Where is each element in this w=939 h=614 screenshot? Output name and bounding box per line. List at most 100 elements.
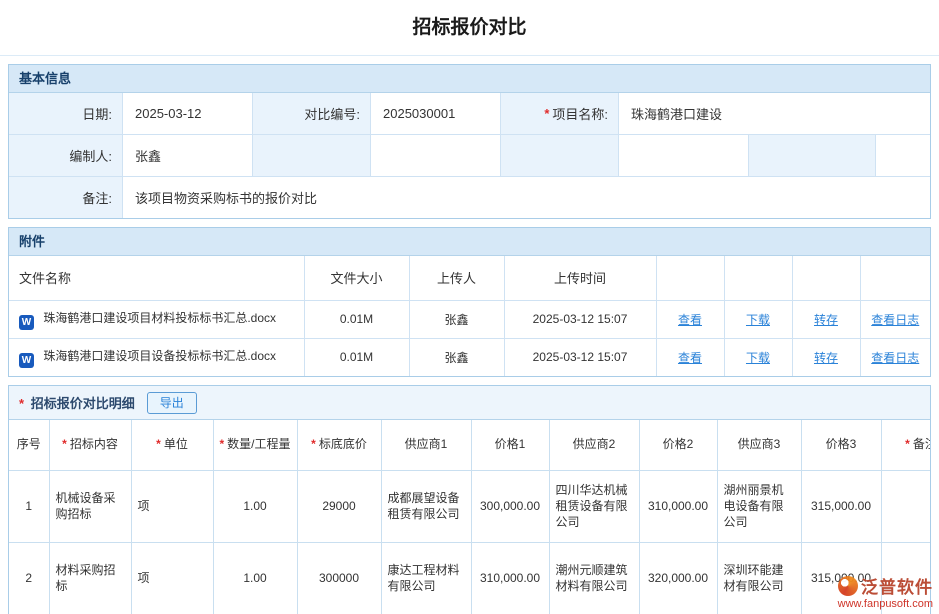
empty-label-cell [253,135,371,176]
attachments-col-action [724,256,792,300]
detail-section-title-text: 招标报价对比明细 [31,396,135,411]
detail-col-unit: *单位 [131,420,213,470]
vendor-watermark: 泛普软件 www.fanpusoft.com [838,573,933,610]
author-value-text: 张鑫 [135,146,161,165]
transfer-save-link[interactable]: 转存 [814,351,838,365]
attachment-file-name: 珠海鹤港口建设项目材料投标标书汇总.docx [43,311,276,325]
attachments-section-header: 附件 [9,228,930,256]
attachments-header-row: 文件名称 文件大小 上传人 上传时间 [9,256,930,300]
page-title: 招标报价对比 [0,0,939,56]
required-asterisk: * [905,437,910,451]
compare-no-value: 2025030001 [371,93,501,134]
detail-row: 2 材料采购招标 项 1.00 300000 康达工程材料有限公司 310,00… [9,542,930,614]
attachment-view-cell: 查看 [656,338,724,376]
detail-col-supplier3: 供应商3 [717,420,801,470]
attachments-col-name: 文件名称 [9,256,304,300]
project-name-value: 珠海鹤港口建设 [619,93,930,134]
basic-info-section-header: 基本信息 [9,65,930,93]
bid-content-cell: 材料采购招标 [49,542,131,614]
detail-section: * 招标报价对比明细 导出 序号 *招标内容 *单位 *数量/工程量 [8,385,931,614]
empty-label-cell [749,135,876,176]
form-row: 编制人: 张鑫 [9,135,930,177]
attachment-file-size: 0.01M [304,338,409,376]
unit-cell: 项 [131,542,213,614]
download-link[interactable]: 下载 [746,351,770,365]
empty-label-cell [501,135,619,176]
attachment-row: W 珠海鹤港口建设项目设备投标标书汇总.docx 0.01M 张鑫 2025-0… [9,338,930,376]
attachment-upload-time: 2025-03-12 15:07 [504,300,656,338]
supplier2-cell: 潮州元顺建筑材料有限公司 [549,542,639,614]
date-label-text: 日期: [82,104,112,123]
price1-cell: 310,000.00 [471,542,549,614]
date-value-text: 2025-03-12 [135,106,202,121]
price1-cell: 300,000.00 [471,470,549,542]
detail-col-seq: 序号 [9,420,49,470]
download-link[interactable]: 下载 [746,313,770,327]
view-link[interactable]: 查看 [678,351,702,365]
detail-col-supplier2: 供应商2 [549,420,639,470]
view-log-link[interactable]: 查看日志 [871,313,919,327]
page: 招标报价对比 基本信息 日期: 2025-03-12 对比编号: 2025030… [0,0,939,614]
attachments-section: 附件 文件名称 文件大小 上传人 上传时间 [8,227,931,377]
transfer-save-link[interactable]: 转存 [814,313,838,327]
project-name-label: * 项目名称: [501,93,619,134]
word-file-icon: W [19,315,34,330]
required-asterisk: * [219,437,224,451]
compare-no-label: 对比编号: [253,93,371,134]
detail-table: 序号 *招标内容 *单位 *数量/工程量 *标底底价 供应商1 价格1 供应商2… [9,420,930,614]
detail-header-row: 序号 *招标内容 *单位 *数量/工程量 *标底底价 供应商1 价格1 供应商2… [9,420,930,470]
base-price-cell: 300000 [297,542,381,614]
attachment-download-cell: 下载 [724,338,792,376]
attachment-file-name-cell: W 珠海鹤港口建设项目设备投标标书汇总.docx [9,338,304,376]
required-asterisk: * [156,437,161,451]
vendor-url-text: www.fanpusoft.com [838,598,933,610]
fanpu-logo-icon [838,576,858,596]
attachment-file-name: 珠海鹤港口建设项目设备投标标书汇总.docx [43,349,276,363]
attachment-log-cell: 查看日志 [860,338,930,376]
attachments-table: 文件名称 文件大小 上传人 上传时间 W 珠海鹤港口建设项目材料投标标书汇总.d… [9,256,930,376]
vendor-watermark-row: 泛普软件 [838,573,933,598]
basic-info-section-title: 基本信息 [19,71,71,86]
date-value: 2025-03-12 [123,93,253,134]
view-log-link[interactable]: 查看日志 [871,351,919,365]
detail-row: 1 机械设备采购招标 项 1.00 29000 成都展望设备租赁有限公司 300… [9,470,930,542]
export-button[interactable]: 导出 [147,392,197,414]
attachment-log-cell: 查看日志 [860,300,930,338]
required-asterisk: * [19,396,24,411]
detail-col-remark: *备注 [881,420,930,470]
empty-value-cell [619,135,749,176]
detail-col-price1: 价格1 [471,420,549,470]
required-asterisk: * [544,106,549,121]
detail-col-quantity: *数量/工程量 [213,420,297,470]
price2-cell: 310,000.00 [639,470,717,542]
quantity-cell: 1.00 [213,470,297,542]
detail-col-price2: 价格2 [639,420,717,470]
project-name-label-text: 项目名称: [552,104,608,123]
remark-label-text: 备注: [82,188,112,207]
attachment-row: W 珠海鹤港口建设项目材料投标标书汇总.docx 0.01M 张鑫 2025-0… [9,300,930,338]
attachment-file-name-cell: W 珠海鹤港口建设项目材料投标标书汇总.docx [9,300,304,338]
detail-col-price3: 价格3 [801,420,881,470]
form-row: 日期: 2025-03-12 对比编号: 2025030001 * 项目名称: … [9,93,930,135]
seq-cell: 2 [9,542,49,614]
vendor-brand-text: 泛普软件 [861,573,933,598]
remark-value: 该项目物资采购标书的报价对比 [123,177,930,218]
author-label-text: 编制人: [69,146,112,165]
empty-value-cell [371,135,501,176]
price3-cell: 315,000.00 [801,470,881,542]
attachment-uploader: 张鑫 [409,300,504,338]
compare-no-value-text: 2025030001 [383,106,455,121]
attachments-col-action [860,256,930,300]
attachments-col-size: 文件大小 [304,256,409,300]
required-asterisk: * [62,437,67,451]
view-link[interactable]: 查看 [678,313,702,327]
attachment-upload-time: 2025-03-12 15:07 [504,338,656,376]
remark-label: 备注: [9,177,123,218]
empty-value-cell [876,135,930,176]
base-price-cell: 29000 [297,470,381,542]
detail-section-title: * 招标报价对比明细 [19,393,135,412]
attachments-section-title: 附件 [19,234,45,249]
seq-cell: 1 [9,470,49,542]
required-asterisk: * [311,437,316,451]
project-name-value-text: 珠海鹤港口建设 [631,104,722,123]
